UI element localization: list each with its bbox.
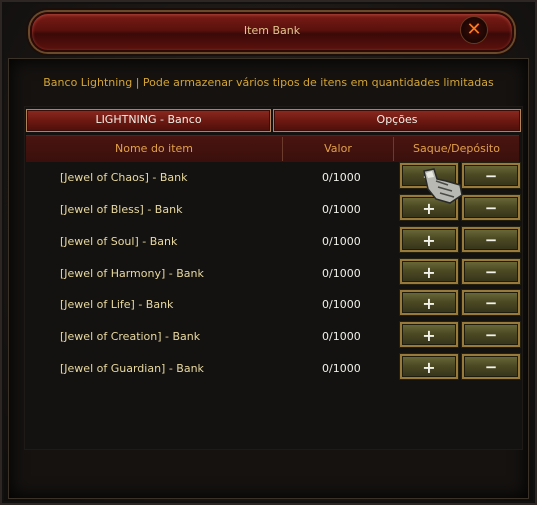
deposit-minus-button[interactable]: − <box>462 290 520 315</box>
withdraw-plus-button[interactable]: + <box>400 354 458 379</box>
deposit-minus-button[interactable]: − <box>462 195 520 220</box>
item-value: 0/1000 <box>322 267 361 280</box>
item-value: 0/1000 <box>322 203 361 216</box>
withdraw-plus-button[interactable]: + <box>400 322 458 347</box>
withdraw-plus-button[interactable]: + <box>400 195 458 220</box>
item-name: [Jewel of Chaos] - Bank <box>60 171 188 184</box>
withdraw-plus-button[interactable]: + <box>400 290 458 315</box>
deposit-minus-button[interactable]: − <box>462 322 520 347</box>
item-value: 0/1000 <box>322 362 361 375</box>
item-name: [Jewel of Creation] - Bank <box>60 330 201 343</box>
deposit-minus-button[interactable]: − <box>462 163 520 188</box>
header-withdraw-deposit: Saque/Depósito <box>413 142 500 155</box>
item-name: [Jewel of Bless] - Bank <box>60 203 183 216</box>
item-name: [Jewel of Guardian] - Bank <box>60 362 204 375</box>
item-value: 0/1000 <box>322 171 361 184</box>
title-bar: Item Bank <box>30 12 514 52</box>
item-bank-window: Item Bank ✕ Banco Lightning | Pode armaz… <box>0 0 537 505</box>
withdraw-plus-button[interactable]: + <box>400 227 458 252</box>
header-value: Valor <box>324 142 352 155</box>
tab-lightning-banco[interactable]: LIGHTNING - Banco <box>26 109 271 132</box>
tab-opcoes[interactable]: Opções <box>273 109 521 132</box>
item-value: 0/1000 <box>322 298 361 311</box>
deposit-minus-button[interactable]: − <box>462 354 520 379</box>
window-title: Item Bank <box>243 24 301 37</box>
bank-description: Banco Lightning | Pode armazenar vários … <box>43 76 494 89</box>
withdraw-plus-button[interactable]: + <box>400 259 458 284</box>
item-name: [Jewel of Soul] - Bank <box>60 235 178 248</box>
header-item-name: Nome do item <box>115 142 193 155</box>
item-name: [Jewel of Harmony] - Bank <box>60 267 204 280</box>
deposit-minus-button[interactable]: − <box>462 227 520 252</box>
deposit-minus-button[interactable]: − <box>462 259 520 284</box>
item-value: 0/1000 <box>322 235 361 248</box>
withdraw-plus-button[interactable]: + <box>400 163 458 188</box>
close-icon: ✕ <box>466 19 482 40</box>
item-value: 0/1000 <box>322 330 361 343</box>
item-name: [Jewel of Life] - Bank <box>60 298 174 311</box>
close-button[interactable]: ✕ <box>460 16 488 44</box>
table-header: Nome do item Valor Saque/Depósito <box>26 135 519 162</box>
